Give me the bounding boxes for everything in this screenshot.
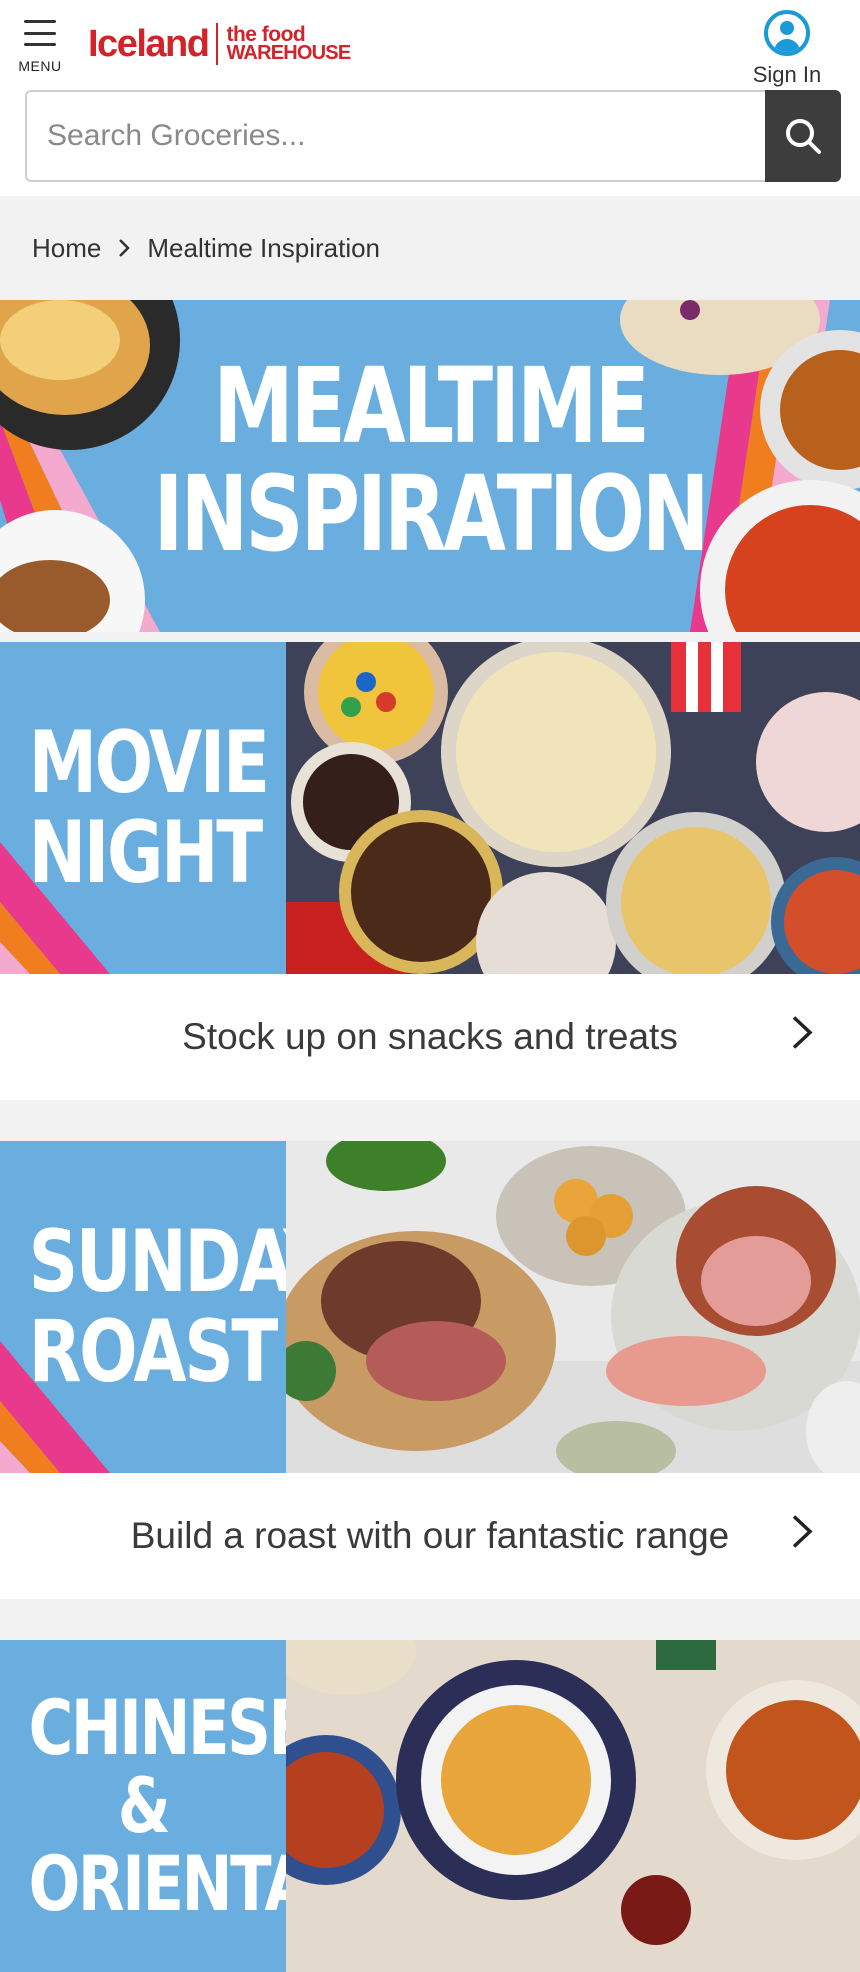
banner-title-line1: MOVIE bbox=[28, 713, 270, 813]
category-card-movie-night[interactable]: MOVIE NIGHT Stock up on snacks and treat… bbox=[0, 642, 860, 1100]
banner-title-line2: ORIENTAL bbox=[28, 1839, 286, 1928]
search-bar bbox=[25, 90, 841, 182]
snacks-image bbox=[286, 642, 860, 974]
banner-image bbox=[286, 642, 860, 974]
banner-label-panel: CHINESE & ORIENTAL bbox=[0, 1640, 286, 1972]
hero-banner: MEALTIME INSPIRATION bbox=[0, 300, 860, 632]
card-cta[interactable]: Stock up on snacks and treats bbox=[0, 974, 860, 1100]
card-cta[interactable]: Build a roast with our fantastic range bbox=[0, 1473, 860, 1599]
card-cta-text: Build a roast with our fantastic range bbox=[130, 1515, 730, 1556]
banner-title: MOVIE NIGHT bbox=[28, 713, 270, 903]
iceland-logo[interactable]: Iceland the food WAREHOUSE bbox=[88, 22, 351, 66]
chevron-right-icon bbox=[790, 1014, 814, 1061]
banner-image bbox=[286, 1640, 860, 1972]
menu-button[interactable]: MENU bbox=[18, 18, 62, 80]
chevron-right-icon bbox=[790, 1513, 814, 1560]
chevron-right-icon bbox=[117, 237, 131, 259]
banner-title-line1: SUNDAY bbox=[28, 1212, 286, 1312]
logo-divider bbox=[216, 23, 219, 65]
logo-brand: Iceland bbox=[88, 22, 210, 65]
hero-title-line2: INSPIRATION bbox=[153, 453, 709, 575]
logo-sub-line2: WAREHOUSE bbox=[226, 42, 351, 64]
card-cta-text: Stock up on snacks and treats bbox=[182, 1016, 678, 1057]
user-circle-icon bbox=[764, 10, 810, 56]
banner-label-panel: MOVIE NIGHT bbox=[0, 642, 286, 974]
banner-title: SUNDAY ROAST bbox=[28, 1212, 286, 1402]
card-banner[interactable]: CHINESE & ORIENTAL bbox=[0, 1640, 860, 1972]
category-card-sunday-roast[interactable]: SUNDAY ROAST bbox=[0, 1141, 860, 1599]
logo-subtitle: the food WAREHOUSE bbox=[226, 24, 351, 64]
breadcrumb-home[interactable]: Home bbox=[32, 233, 101, 264]
banner-title-line1: CHINESE & bbox=[28, 1683, 286, 1850]
banner-title-line2: ROAST bbox=[28, 1302, 279, 1402]
hero-title: MEALTIME INSPIRATION bbox=[95, 352, 766, 568]
banner-title-line2: NIGHT bbox=[28, 803, 264, 903]
roast-image bbox=[286, 1141, 860, 1473]
site-header: MENU Iceland the food WAREHOUSE Sign In bbox=[0, 0, 860, 196]
banner-title: CHINESE & ORIENTAL bbox=[28, 1683, 286, 1928]
breadcrumb-current: Mealtime Inspiration bbox=[147, 232, 381, 263]
card-banner[interactable]: MOVIE NIGHT bbox=[0, 642, 860, 974]
chinese-food-image bbox=[286, 1640, 860, 1972]
category-card-chinese-oriental[interactable]: CHINESE & ORIENTAL bbox=[0, 1640, 860, 1972]
menu-label: MENU bbox=[18, 58, 62, 74]
breadcrumb: Home Mealtime Inspiration bbox=[0, 196, 860, 300]
sign-in-button[interactable]: Sign In bbox=[732, 10, 842, 88]
banner-image bbox=[286, 1141, 860, 1473]
banner-label-panel: SUNDAY ROAST bbox=[0, 1141, 286, 1473]
card-banner[interactable]: SUNDAY ROAST bbox=[0, 1141, 860, 1473]
hero-title-line1: MEALTIME bbox=[213, 345, 650, 467]
search-button[interactable] bbox=[765, 90, 841, 182]
hamburger-icon bbox=[24, 18, 56, 48]
search-icon bbox=[786, 119, 821, 154]
sign-in-label: Sign In bbox=[752, 62, 822, 87]
search-input[interactable] bbox=[25, 90, 765, 182]
